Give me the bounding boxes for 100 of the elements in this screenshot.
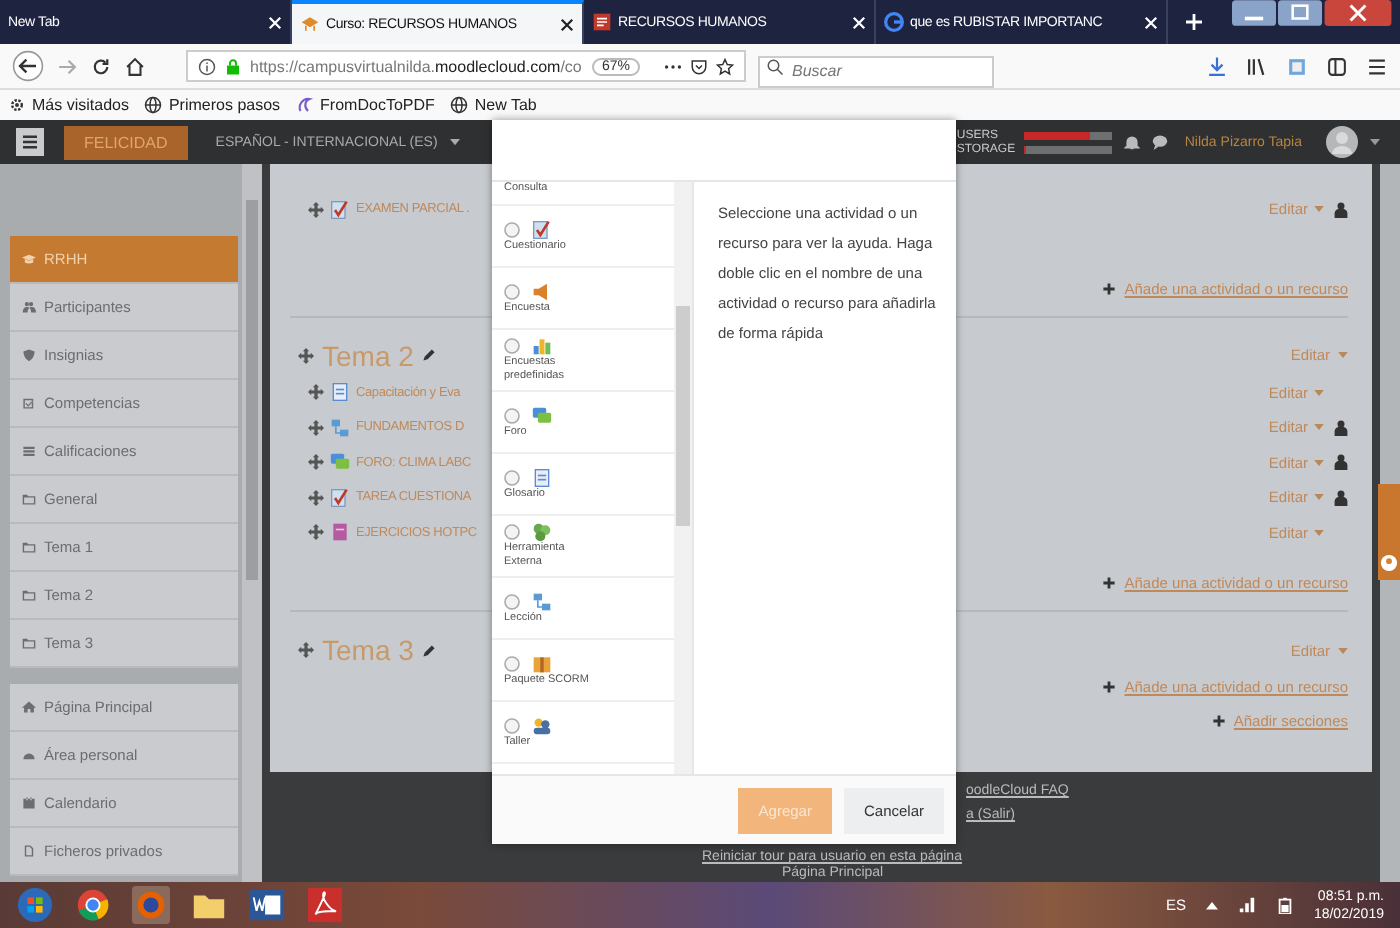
chat-icon[interactable] bbox=[1152, 134, 1169, 150]
move-icon[interactable] bbox=[308, 524, 324, 541]
caret-icon bbox=[1314, 206, 1324, 213]
caret-icon bbox=[1338, 647, 1348, 653]
cluster-icon bbox=[532, 522, 552, 542]
pencil-icon[interactable] bbox=[421, 643, 436, 657]
library-icon[interactable] bbox=[1246, 55, 1268, 77]
calendar-icon bbox=[22, 796, 36, 810]
plus-icon bbox=[1102, 576, 1117, 590]
battery-icon[interactable] bbox=[1275, 896, 1294, 914]
file-icon bbox=[22, 844, 36, 858]
pencil-icon[interactable] bbox=[421, 348, 436, 362]
chat-icon bbox=[330, 452, 350, 473]
move-icon[interactable] bbox=[308, 454, 324, 471]
search-field[interactable]: Buscar bbox=[758, 55, 994, 87]
info-icon bbox=[198, 57, 216, 75]
document-icon bbox=[592, 12, 612, 32]
globe-icon bbox=[450, 96, 469, 114]
flowchart-icon bbox=[330, 417, 350, 438]
checkmark-icon bbox=[330, 199, 350, 220]
radio-button[interactable] bbox=[504, 221, 520, 237]
people-icon bbox=[22, 300, 36, 314]
reload-icon[interactable] bbox=[90, 55, 112, 77]
menu-icon[interactable] bbox=[1366, 55, 1388, 77]
radio-button[interactable] bbox=[504, 469, 520, 485]
new-tab-icon[interactable] bbox=[1184, 12, 1204, 32]
avatar[interactable] bbox=[1326, 126, 1358, 158]
document-icon[interactable] bbox=[248, 886, 286, 924]
sidebar-icon[interactable] bbox=[1326, 55, 1348, 77]
browser-icon[interactable] bbox=[74, 886, 112, 924]
checkbox-icon bbox=[22, 396, 36, 410]
graduation-cap-icon bbox=[22, 252, 36, 266]
folder-icon bbox=[22, 636, 36, 650]
radio-button[interactable] bbox=[504, 717, 520, 733]
bookmark[interactable]: Más visitados bbox=[8, 96, 129, 114]
gear-icon bbox=[8, 96, 26, 114]
people-icon bbox=[532, 715, 552, 735]
bookmark[interactable]: Primeros pasos bbox=[144, 96, 281, 114]
swirl-icon bbox=[296, 96, 315, 114]
flowchart-icon bbox=[532, 591, 552, 611]
caret-icon bbox=[1314, 494, 1324, 501]
plus-icon bbox=[1102, 680, 1117, 694]
document-icon bbox=[532, 467, 552, 487]
caret-icon bbox=[1338, 352, 1348, 358]
start-button[interactable] bbox=[16, 886, 54, 924]
checkmark-icon bbox=[330, 487, 350, 508]
radio-button[interactable] bbox=[504, 593, 520, 609]
maximize-icon[interactable] bbox=[1278, 0, 1322, 26]
radio-button[interactable] bbox=[504, 338, 520, 354]
download-icon[interactable] bbox=[1206, 55, 1228, 77]
help-tab[interactable] bbox=[1378, 484, 1400, 580]
bookmark[interactable]: New Tab bbox=[450, 96, 537, 114]
caret-icon bbox=[1314, 459, 1324, 466]
scrollbar[interactable] bbox=[674, 182, 692, 774]
move-icon[interactable] bbox=[308, 489, 324, 506]
close-icon[interactable] bbox=[1324, 0, 1392, 26]
bar-chart-icon bbox=[532, 336, 552, 356]
globe-icon bbox=[144, 96, 163, 114]
folder-icon bbox=[22, 492, 36, 506]
caret-icon bbox=[1314, 424, 1324, 431]
radio-button[interactable] bbox=[504, 655, 520, 671]
radio-button[interactable] bbox=[504, 407, 520, 423]
radio-button[interactable] bbox=[504, 524, 520, 540]
menu-icon[interactable] bbox=[16, 128, 44, 156]
gauge-icon bbox=[22, 748, 36, 762]
bell-icon[interactable] bbox=[1124, 134, 1141, 150]
scrollbar[interactable] bbox=[1380, 164, 1400, 882]
bookmark[interactable]: FromDocToPDF bbox=[296, 96, 435, 114]
plus-icon bbox=[1211, 714, 1226, 728]
shield-icon bbox=[22, 348, 36, 362]
pdf-icon[interactable] bbox=[306, 886, 344, 924]
close-icon[interactable] bbox=[560, 17, 574, 31]
move-icon[interactable] bbox=[308, 201, 324, 218]
move-icon[interactable] bbox=[308, 419, 324, 436]
home-icon[interactable] bbox=[124, 55, 146, 77]
site-name-button[interactable]: FELICIDAD bbox=[64, 125, 188, 159]
minimize-icon[interactable] bbox=[1232, 0, 1276, 26]
radio-button[interactable] bbox=[504, 283, 520, 299]
list-icon bbox=[22, 444, 36, 458]
caret-icon bbox=[449, 138, 460, 146]
back-icon[interactable] bbox=[12, 50, 44, 82]
pocket-icon[interactable] bbox=[690, 57, 708, 75]
move-icon[interactable] bbox=[308, 384, 324, 401]
chat-icon bbox=[532, 405, 552, 425]
document-icon bbox=[330, 382, 350, 403]
plus-icon bbox=[1102, 281, 1117, 295]
megaphone-icon bbox=[532, 281, 552, 301]
move-icon[interactable] bbox=[298, 347, 314, 363]
star-icon[interactable] bbox=[716, 57, 734, 75]
caret-icon[interactable] bbox=[1370, 138, 1380, 146]
signal-icon[interactable] bbox=[1237, 896, 1256, 914]
move-icon[interactable] bbox=[298, 642, 314, 658]
scrollbar[interactable] bbox=[242, 164, 262, 882]
chevron-up-icon[interactable] bbox=[1205, 900, 1218, 910]
document-icon bbox=[330, 522, 350, 543]
g-circle-icon bbox=[884, 12, 904, 32]
package-icon bbox=[532, 653, 552, 673]
hat-icon bbox=[300, 14, 320, 34]
lock-icon bbox=[224, 57, 242, 75]
search-icon bbox=[766, 57, 784, 75]
